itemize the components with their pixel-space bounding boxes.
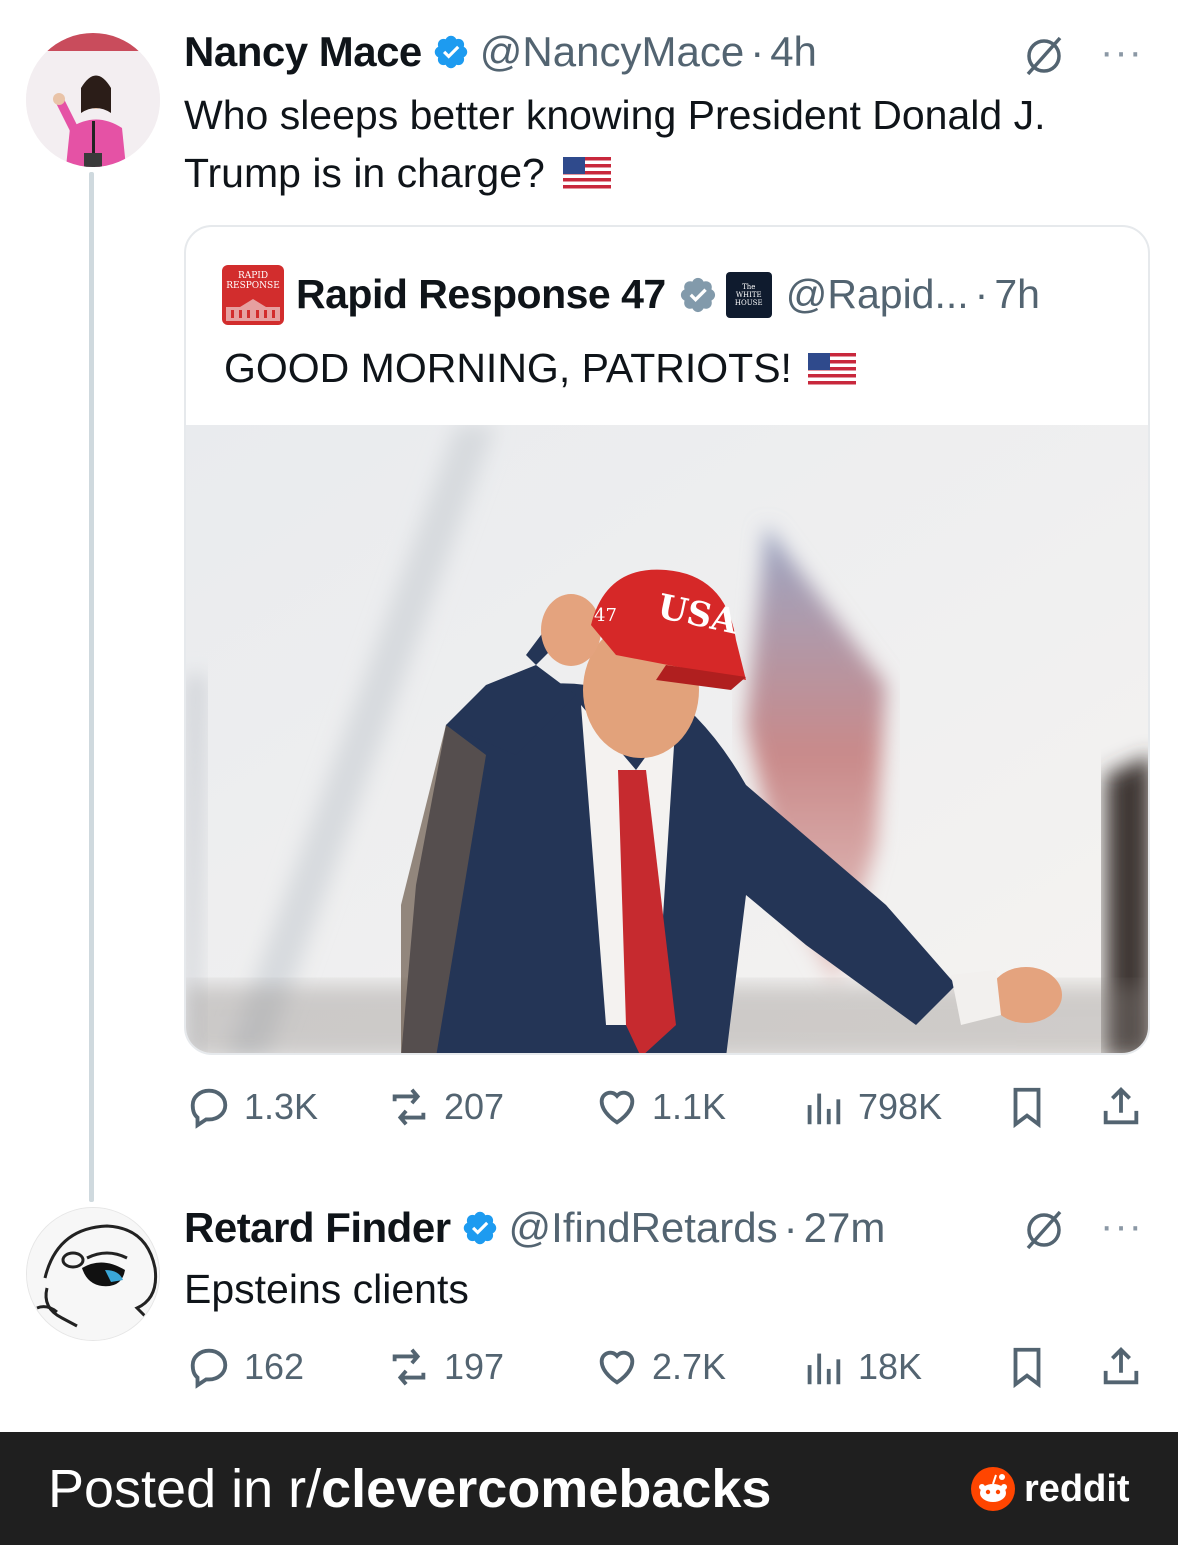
quoted-tweet-photo[interactable]: USA 47 — [186, 425, 1148, 1053]
subreddit-name[interactable]: clevercomebacks — [321, 1459, 771, 1519]
views-button[interactable]: 18K — [800, 1344, 922, 1390]
white-house-affiliate-badge[interactable]: The WHITE HOUSE — [725, 271, 772, 318]
reply-header: Retard Finder @IfindRetards · 27m — [184, 1204, 885, 1252]
quoted-text: GOOD MORNING, PATRIOTS! — [224, 345, 792, 391]
reddit-snoo-icon — [971, 1467, 1015, 1511]
quoted-header: Rapid Response 47 The WHITE HOUSE @Rapid… — [296, 271, 1040, 318]
repost-button[interactable]: 197 — [386, 1344, 504, 1390]
bookmark-icon — [1013, 1087, 1041, 1129]
heart-icon — [599, 1350, 635, 1385]
avatar-drawing — [27, 1208, 159, 1340]
heart-icon — [599, 1090, 635, 1125]
reply-button[interactable]: 162 — [186, 1344, 304, 1390]
more-options-icon[interactable]: ··· — [1100, 1204, 1143, 1249]
repost-button[interactable]: 207 — [386, 1084, 504, 1130]
tweet-text-line2: Trump is in charge? — [184, 150, 545, 196]
reply-icon — [190, 1348, 228, 1389]
rally-photo-illustration: USA 47 — [186, 425, 1148, 1053]
views-count: 798K — [858, 1086, 943, 1127]
bookmark-button[interactable] — [1004, 1084, 1050, 1130]
quoted-author-handle[interactable]: @Rapid... — [786, 271, 969, 318]
bookmark-icon — [1013, 1347, 1041, 1389]
posted-in-prefix: Posted in r/ — [48, 1459, 322, 1519]
views-count: 18K — [858, 1346, 923, 1387]
avatar-label-bottom: RESPONSE — [226, 281, 280, 291]
us-flag-icon — [807, 352, 856, 385]
views-button[interactable]: 798K — [800, 1084, 942, 1130]
tweet-text: Who sleeps better knowing President Dona… — [184, 86, 1144, 202]
like-button[interactable]: 2.7K — [594, 1344, 726, 1390]
share-icon — [1103, 1347, 1139, 1385]
us-flag-icon — [562, 157, 611, 189]
nancy-mace-avatar[interactable] — [26, 33, 160, 167]
views-chart-icon — [807, 1093, 841, 1125]
author-handle[interactable]: @NancyMace — [480, 28, 744, 76]
quoted-tweet-card[interactable]: RAPID RESPONSE Rapid Response 47 The WHI… — [184, 225, 1150, 1055]
reddit-wordmark: reddit — [1024, 1467, 1130, 1510]
reply-count: 162 — [244, 1346, 305, 1387]
tweet-header: Nancy Mace @NancyMace · 4h — [184, 28, 817, 76]
share-button[interactable] — [1098, 1344, 1144, 1390]
reply-count: 1.3K — [244, 1086, 319, 1127]
reddit-logo[interactable]: reddit — [970, 1466, 1130, 1512]
retard-finder-avatar[interactable] — [26, 1207, 160, 1341]
reply-time[interactable]: 27m — [804, 1204, 886, 1252]
avatar-photo — [26, 33, 160, 167]
share-icon — [1103, 1087, 1139, 1125]
repost-icon — [392, 1088, 426, 1126]
avatar-label-top: RAPID — [237, 271, 269, 281]
verified-badge-icon — [434, 35, 468, 69]
white-house-glyph — [226, 299, 280, 321]
thread-connector — [89, 172, 94, 1202]
more-options-icon[interactable]: ··· — [1100, 30, 1143, 75]
views-chart-icon — [807, 1353, 841, 1385]
repost-count: 207 — [444, 1086, 505, 1127]
quoted-author-name[interactable]: Rapid Response 47 — [296, 271, 666, 318]
like-button[interactable]: 1.1K — [594, 1084, 726, 1130]
grok-icon[interactable] — [1022, 1208, 1066, 1252]
reply-button[interactable]: 1.3K — [186, 1084, 318, 1130]
reply-author-handle[interactable]: @IfindRetards — [509, 1204, 778, 1252]
reply-icon — [190, 1088, 228, 1129]
share-button[interactable] — [1098, 1084, 1144, 1130]
gray-verified-badge-icon — [680, 277, 715, 312]
reply-text: Epsteins clients — [184, 1266, 469, 1312]
affiliate-badge-text-bot: HOUSE — [734, 298, 763, 307]
tweet-time[interactable]: 4h — [770, 28, 817, 76]
separator-dot: · — [783, 1204, 798, 1251]
bookmark-button[interactable] — [1004, 1344, 1050, 1390]
affiliate-badge-text-mid: WHITE — [735, 290, 762, 299]
affiliate-badge-text-top: The — [742, 282, 756, 291]
rapid-response-avatar[interactable]: RAPID RESPONSE — [222, 265, 284, 325]
like-count: 1.1K — [652, 1086, 727, 1127]
quoted-separator-dot: · — [974, 271, 989, 317]
like-count: 2.7K — [652, 1346, 727, 1387]
author-name[interactable]: Nancy Mace — [184, 28, 422, 76]
quoted-text-row: GOOD MORNING, PATRIOTS! — [224, 345, 856, 392]
separator-dot: · — [750, 28, 765, 75]
reply-author-name[interactable]: Retard Finder — [184, 1204, 451, 1252]
hat-side-text: 47 — [594, 605, 617, 626]
verified-badge-icon — [463, 1211, 496, 1245]
tweet-text-line1: Who sleeps better knowing President Dona… — [184, 92, 1046, 138]
repost-icon — [392, 1348, 426, 1386]
posted-in-caption: Posted in r/clevercomebacks — [48, 1458, 771, 1520]
quoted-time[interactable]: 7h — [994, 271, 1040, 318]
grok-icon[interactable] — [1022, 34, 1066, 78]
repost-count: 197 — [444, 1346, 505, 1387]
tweet-text-line2-row: Trump is in charge? — [184, 144, 1144, 202]
